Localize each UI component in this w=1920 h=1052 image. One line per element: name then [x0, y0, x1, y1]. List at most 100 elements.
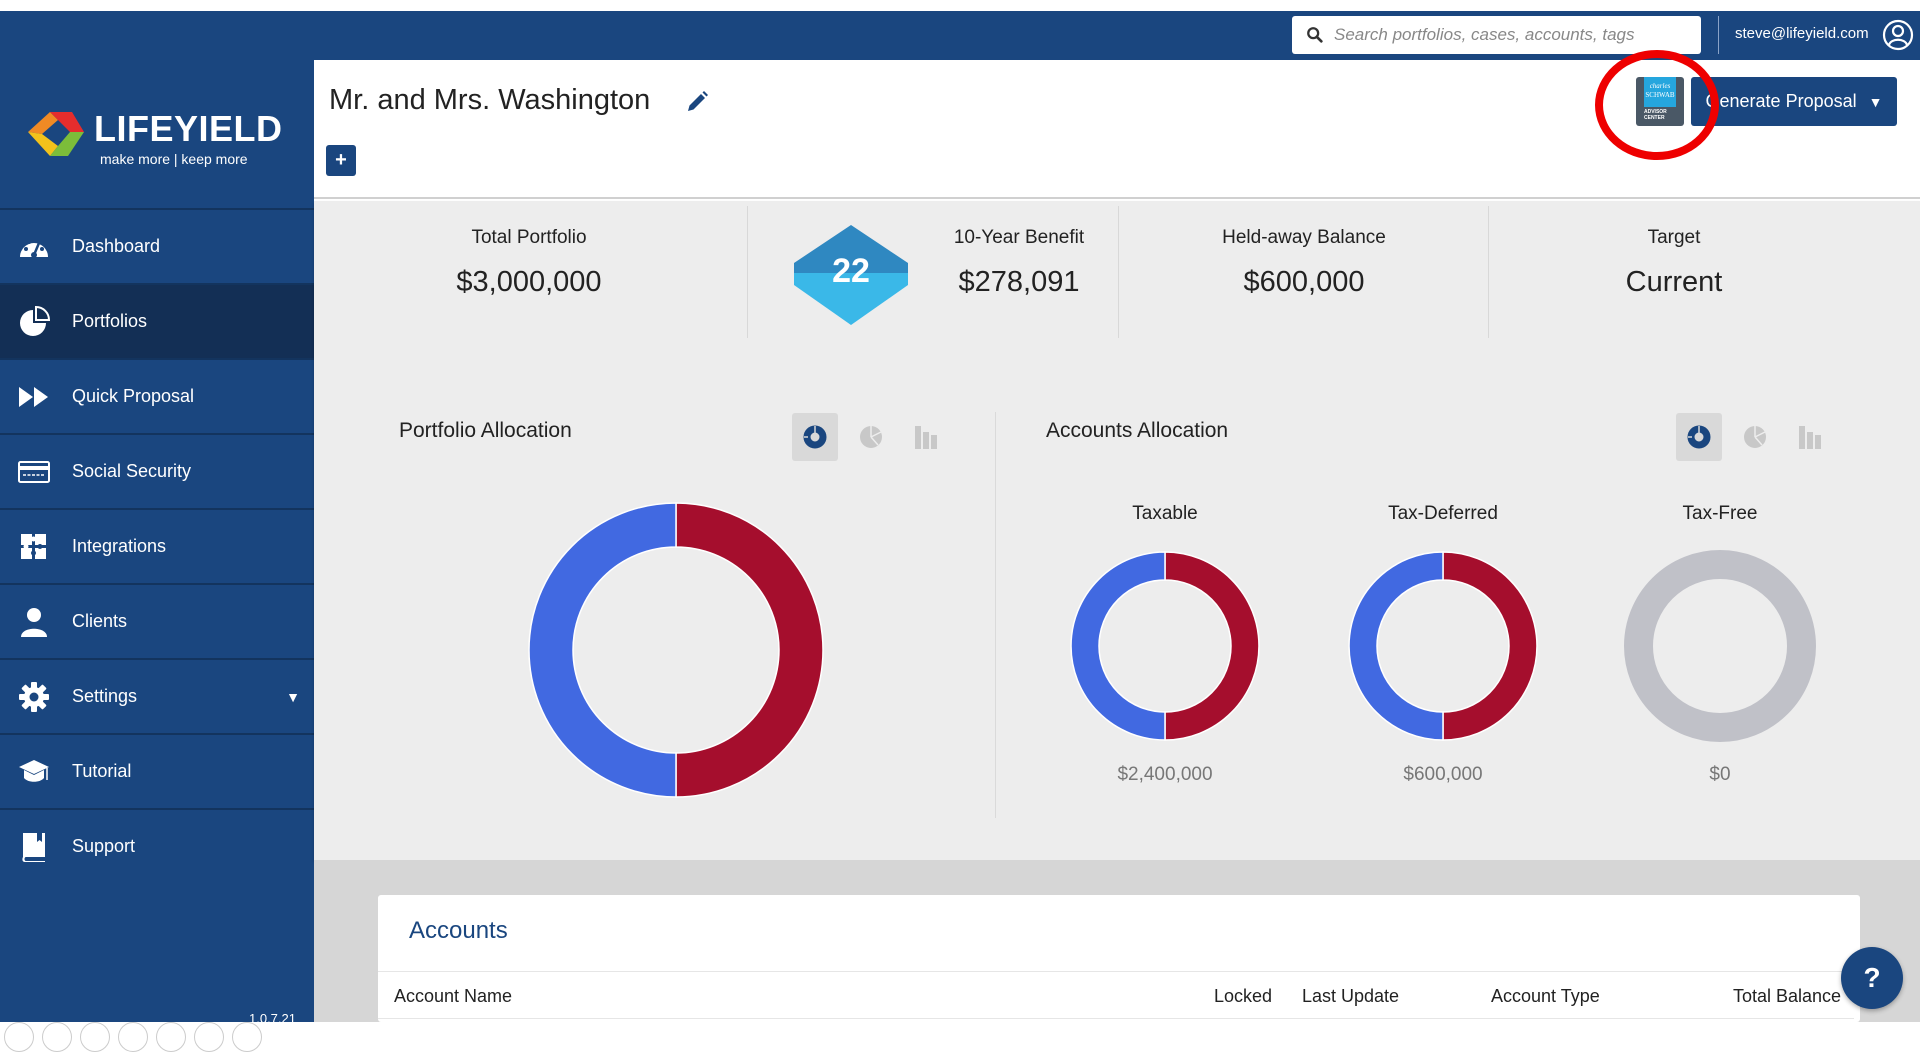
logo-text: LIFEYIELD [94, 108, 283, 149]
grid-icon[interactable] [118, 1022, 148, 1052]
taxable-donut [1070, 551, 1260, 741]
tax-free-donut [1624, 550, 1816, 742]
schwab-advisor-center-button[interactable]: charles SCHWAB ADVISOR CENTER [1636, 77, 1684, 126]
stat-value: Current [1625, 266, 1723, 298]
donut-slice-segment-b[interactable] [528, 502, 677, 798]
pie-view-button[interactable] [1732, 413, 1778, 461]
dashboard-gauge-icon [16, 229, 52, 265]
accounts-allocation-title: Accounts Allocation [1046, 419, 1229, 442]
column-header-last-update[interactable]: Last Update [1302, 986, 1399, 1007]
accounts-table-header: Account Name Locked Last Update Account … [378, 971, 1854, 1019]
stat-ten-year-benefit: 10-Year Benefit $278,091 [914, 201, 1124, 349]
logo-tagline: make more | keep more [100, 151, 248, 167]
stat-total-portfolio: Total Portfolio $3,000,000 [374, 201, 684, 349]
donut-slice-segment-a[interactable] [1442, 551, 1538, 741]
sidebar-item-tutorial[interactable]: Tutorial [0, 733, 314, 808]
column-header-total-balance[interactable]: Total Balance [1733, 986, 1841, 1007]
sidebar-item-portfolios[interactable]: Portfolios [0, 283, 314, 358]
pie-view-button[interactable] [848, 413, 894, 461]
stat-label: Total Portfolio [471, 227, 587, 248]
help-button[interactable]: ? [1841, 947, 1903, 1009]
score-hexagon-icon: 22 [794, 225, 908, 325]
sidebar-item-label: Settings [72, 686, 138, 706]
search-icon [1307, 27, 1323, 43]
stat-value: $3,000,000 [456, 266, 602, 298]
zoom-icon[interactable] [156, 1022, 186, 1052]
bar-view-button[interactable] [904, 413, 950, 461]
donut-slice-segment-a[interactable] [1164, 551, 1260, 741]
accounts-card: Accounts Account Name Locked Last Update… [378, 895, 1860, 1022]
page-title: Mr. and Mrs. Washington [329, 84, 651, 116]
stat-label: 10-Year Benefit [953, 227, 1085, 248]
add-button[interactable]: + [326, 145, 356, 176]
donut-slice-segment-a[interactable] [675, 502, 824, 798]
puzzle-icon [16, 529, 52, 565]
tax-deferred-value: $600,000 [1403, 764, 1483, 785]
taxable-title: Taxable [1132, 503, 1198, 524]
tax-deferred-title: Tax-Deferred [1388, 503, 1498, 524]
sidebar-item-clients[interactable]: Clients [0, 583, 314, 658]
user-avatar-icon[interactable] [1882, 19, 1914, 51]
back-icon[interactable] [4, 1022, 34, 1052]
chevron-down-icon[interactable]: ▼ [286, 689, 300, 705]
column-header-account-name[interactable]: Account Name [394, 986, 512, 1007]
app: steve@lifeyield.com LIFEYIELD make more … [0, 0, 1920, 1052]
sidebar-item-integrations[interactable]: Integrations [0, 508, 314, 583]
sidebar-item-social-security[interactable]: Social Security [0, 433, 314, 508]
sidebar-item-label: Portfolios [72, 311, 148, 331]
donut-slice-segment-b[interactable] [1070, 551, 1166, 741]
pie-chart-icon [860, 426, 882, 448]
donut-slice-empty[interactable] [1624, 550, 1816, 742]
donut-slice-segment-b[interactable] [1348, 551, 1444, 741]
donut-view-button[interactable] [1676, 413, 1722, 461]
play-icon[interactable] [42, 1022, 72, 1052]
schwab-line4: CENTER [1644, 115, 1665, 121]
accounts-title: Accounts [409, 917, 508, 944]
book-icon [16, 829, 52, 865]
search-input[interactable] [1334, 25, 1694, 45]
pie-chart-icon [1744, 426, 1766, 448]
sidebar-nav: Dashboard Portfolios Quick Proposal Soci… [0, 208, 314, 883]
schwab-caption: ADVISOR CENTER [1644, 109, 1667, 121]
search-box[interactable] [1292, 16, 1701, 54]
stat-divider [747, 206, 748, 338]
sidebar-item-dashboard[interactable]: Dashboard [0, 208, 314, 283]
more-icon[interactable] [232, 1022, 262, 1052]
pencil-edit-icon[interactable] [685, 90, 709, 114]
gear-icon [16, 679, 52, 715]
stat-value: $278,091 [958, 266, 1080, 298]
user-email[interactable]: steve@lifeyield.com [1735, 25, 1869, 42]
column-header-account-type[interactable]: Account Type [1491, 986, 1600, 1007]
top-strip [0, 0, 1920, 11]
sidebar-item-label: Clients [72, 611, 128, 631]
portfolio-chart-type-toggle [792, 413, 950, 461]
sidebar-item-label: Support [72, 836, 136, 856]
sidebar-item-quick-proposal[interactable]: Quick Proposal [0, 358, 314, 433]
sidebar-item-label: Integrations [72, 536, 167, 556]
summary-panel: Total Portfolio $3,000,000 22 10-Year Be… [314, 201, 1920, 860]
schwab-line2: SCHWAB [1645, 91, 1675, 99]
generate-proposal-button[interactable]: Generate Proposal ▼ [1691, 77, 1897, 126]
sidebar-item-support[interactable]: Support [0, 808, 314, 883]
sidebar-item-label: Tutorial [72, 761, 132, 781]
sidebar-item-settings[interactable]: Settings ▼ [0, 658, 314, 733]
accounts-chart-type-toggle [1676, 413, 1834, 461]
sidebar-item-label: Social Security [72, 461, 192, 481]
taxable-value: $2,400,000 [1117, 764, 1213, 785]
portfolio-pie-icon [16, 304, 52, 340]
section-divider [995, 412, 996, 818]
pen-icon[interactable] [80, 1022, 110, 1052]
sidebar: LIFEYIELD make more | keep more Dashboar… [0, 60, 314, 1026]
logo[interactable]: LIFEYIELD make more | keep more [28, 108, 288, 168]
card-icon [16, 454, 52, 490]
donut-view-button[interactable] [792, 413, 838, 461]
score-value: 22 [832, 252, 870, 290]
schwab-line1: charles [1649, 82, 1671, 90]
column-header-locked[interactable]: Locked [1214, 986, 1272, 1007]
topbar-divider [1718, 16, 1719, 54]
portfolio-allocation-donut [528, 502, 824, 798]
bar-view-button[interactable] [1788, 413, 1834, 461]
caret-down-icon: ▼ [1868, 93, 1883, 110]
fast-forward-icon [16, 379, 52, 415]
screen-icon[interactable] [194, 1022, 224, 1052]
